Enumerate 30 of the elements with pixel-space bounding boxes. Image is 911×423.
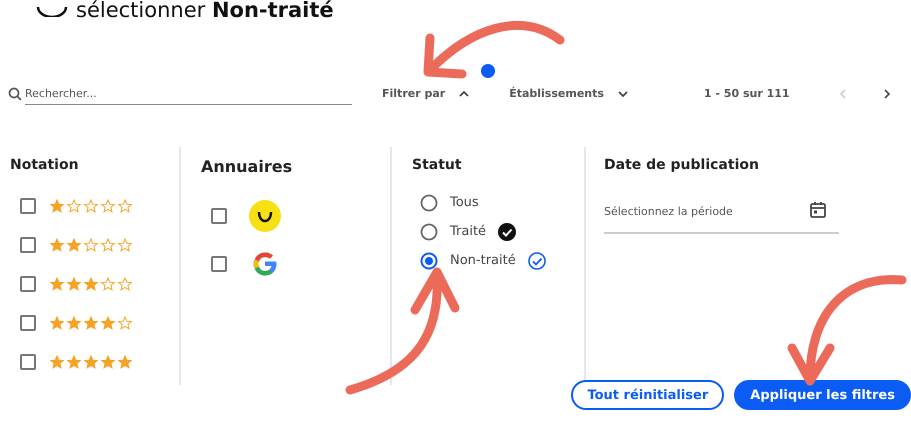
smiley-logo-icon [249, 200, 281, 232]
instruction-text: sélectionner Non-traité [76, 0, 334, 22]
checkbox[interactable] [20, 314, 36, 330]
check-icon [528, 252, 546, 270]
reset-button[interactable]: Tout réinitialiser [571, 380, 724, 410]
option-label: Traité [450, 222, 486, 241]
radio-button[interactable] [420, 252, 438, 270]
checkbox[interactable] [20, 236, 36, 252]
section-title: Annuaires [201, 156, 294, 178]
calendar-icon [809, 201, 827, 219]
search-icon [8, 87, 22, 101]
section-title: Statut [412, 156, 463, 175]
apply-filters-button[interactable]: Appliquer les filtres [734, 380, 911, 410]
check-icon [498, 222, 516, 240]
checkbox[interactable] [20, 354, 36, 370]
date-range-field[interactable]: Sélectionnez la période [604, 190, 839, 234]
sort-dropdown[interactable]: Établissements [509, 86, 604, 102]
section-title: Notation [10, 156, 80, 175]
checkbox[interactable] [211, 256, 227, 272]
section-title: Date de publication [604, 156, 760, 175]
radio-button[interactable] [420, 194, 438, 212]
pagination-range: 1 - 50 sur 111 [704, 86, 790, 102]
checkbox[interactable] [211, 208, 227, 224]
checkbox[interactable] [20, 276, 36, 292]
search-field[interactable]: Rechercher... [25, 83, 352, 105]
option-label: Tous [450, 194, 479, 212]
option-label: Non-traité [450, 252, 516, 270]
filter-button[interactable]: Filtrer par [382, 86, 446, 102]
radio-button[interactable] [420, 222, 438, 240]
checkbox[interactable] [20, 198, 36, 214]
